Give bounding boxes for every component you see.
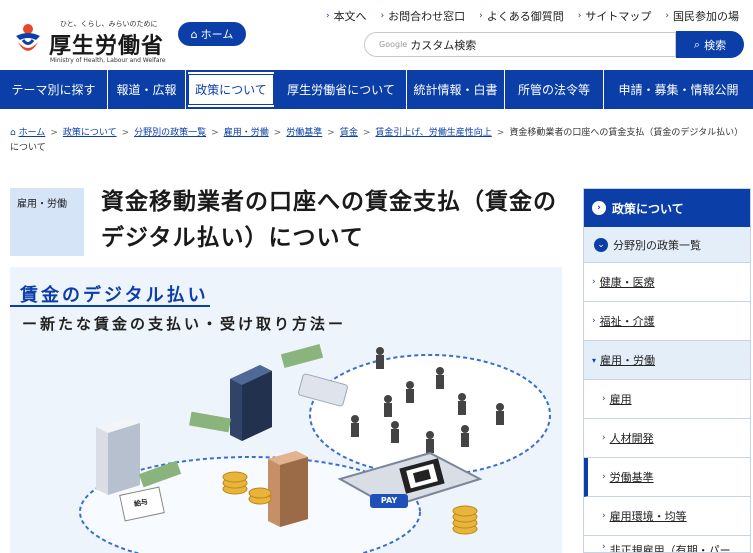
chevron-right-icon: › [325,11,330,21]
util-link-contact[interactable]: › お問合わせ窓口 [381,8,466,24]
gnav-tab-statistics[interactable]: 統計情報・白書 [407,70,505,109]
util-link-skip[interactable]: › 本文へ [326,8,367,24]
breadcrumb-link-wages[interactable]: 賃金 [340,128,358,138]
caret-down-icon: ▾ [592,355,597,365]
sidebar-heading[interactable]: › 政策について [584,189,750,227]
hero-banner: 賃金のデジタル払い ー新たな賃金の支払い・受け取り方法ー PAY 給与 [10,267,562,553]
breadcrumb-link-labor-standards[interactable]: 労働基準 [286,128,322,138]
home-button[interactable]: ⌂ ホーム [178,22,246,46]
global-nav: テーマ別に探す 報道・広報 政策について 厚生労働省について 統計情報・白書 所… [0,70,753,109]
pay-label: PAY [370,494,408,508]
sidebar-item-nonregular[interactable]: › 非正規雇用（有期・パー [584,536,750,552]
breadcrumb-separator: > [496,128,505,138]
breadcrumb-link-fields[interactable]: 分野別の政策一覧 [134,128,206,138]
gnav-tab-laws[interactable]: 所管の法令等 [505,70,604,109]
gnav-tab-policy[interactable]: 政策について [186,70,276,109]
search-brand: Google [379,40,408,49]
sidebar-item-welfare[interactable]: › 福祉・介護 [584,302,750,341]
category-badge: 雇用・労働 [10,188,84,256]
gnav-tab-themes[interactable]: テーマ別に探す [0,70,108,109]
gnav-tab-applications[interactable]: 申請・募集・情報公開 [604,70,753,109]
util-link-faq[interactable]: › よくある御質問 [479,8,564,24]
sidebar-subheading[interactable]: ⌄ 分野別の政策一覧 [584,227,750,263]
chevron-right-icon: › [592,277,596,287]
breadcrumb-link-employment[interactable]: 雇用・労働 [224,128,269,138]
chevron-right-icon: › [665,11,669,21]
search-placeholder: カスタム検索 [410,38,477,52]
chevron-right-icon: › [602,394,606,404]
breadcrumb-separator: > [121,128,130,138]
util-link-sitemap[interactable]: › サイトマップ [578,8,652,24]
hero-title-underline [10,305,210,307]
sidebar-item-equality[interactable]: › 雇用環境・均等 [584,497,750,536]
logo-name: 厚生労働省 [49,34,165,59]
utility-nav: › 本文へ › お問合わせ窓口 › よくある御質問 › サイトマップ › 国民参加の場 [326,8,739,24]
chevron-right-icon: › [602,511,606,521]
breadcrumb-separator: > [211,128,219,138]
page-title: 資金移動業者の口座への賃金支払（賃金のデジタル払い）について [101,189,557,251]
chevron-right-icon: › [592,201,606,215]
breadcrumb-link-home[interactable]: ホーム [19,128,46,138]
logo-english: Ministry of Health, Labour and Welfare [50,57,166,64]
search-input[interactable]: Google カスタム検索 [364,32,676,57]
breadcrumb-link-policy[interactable]: 政策について [63,128,117,138]
breadcrumb-separator: > [362,128,371,138]
breadcrumb: ⌂ ホーム > 政策について > 分野別の政策一覧 > 雇用・労働 > 労働基準 > 賃金 > 賃金引上… [10,126,745,156]
breadcrumb-link-wage-increase[interactable]: 賃金引上げ、労働生産性向上 [375,128,491,138]
sidebar-item-employment[interactable]: ▾ 雇用・労働 [584,341,750,380]
hero-illustration [10,267,562,553]
search-icon: ⌕ [693,37,701,51]
site-logo[interactable]: ひと、くらし、みらいのために 厚生労働省 Ministry of Health,… [8,14,178,64]
sidebar-item-health[interactable]: › 健康・医療 [584,263,750,302]
chevron-right-icon: › [577,11,582,21]
chevron-down-icon: ⌄ [594,237,608,252]
home-icon: ⌂ [10,128,19,138]
util-link-participation[interactable]: › 国民参加の場 [665,8,739,24]
hero-subtitle: ー新たな賃金の支払い・受け取り方法ー [22,315,347,333]
chevron-right-icon: › [602,542,606,552]
breadcrumb-separator: > [273,128,282,138]
breadcrumb-separator: > [50,128,58,138]
sidebar-item-koyo[interactable]: › 雇用 [584,380,750,419]
gnav-tab-press[interactable]: 報道・広報 [108,70,186,109]
logo-mark-icon [16,24,40,51]
chevron-right-icon: › [592,316,596,326]
chevron-right-icon: › [479,11,483,21]
sidebar-item-hr-development[interactable]: › 人材開発 [584,419,750,458]
search-button[interactable]: ⌕ 検索 [676,31,744,58]
chevron-right-icon: › [380,11,385,21]
sidebar-nav: › 政策について ⌄ 分野別の政策一覧 › 健康・医療 › 福祉・介護 ▾ 雇用… [583,188,751,553]
breadcrumb-separator: > [327,128,335,138]
chevron-right-icon: › [602,472,606,482]
chevron-right-icon: › [602,433,606,443]
sidebar-item-labor-standards[interactable]: › 労働基準 [584,458,750,497]
gnav-tab-about[interactable]: 厚生労働省について [276,70,407,109]
home-icon: ⌂ [190,27,198,41]
hero-title: 賃金のデジタル払い [20,285,209,306]
